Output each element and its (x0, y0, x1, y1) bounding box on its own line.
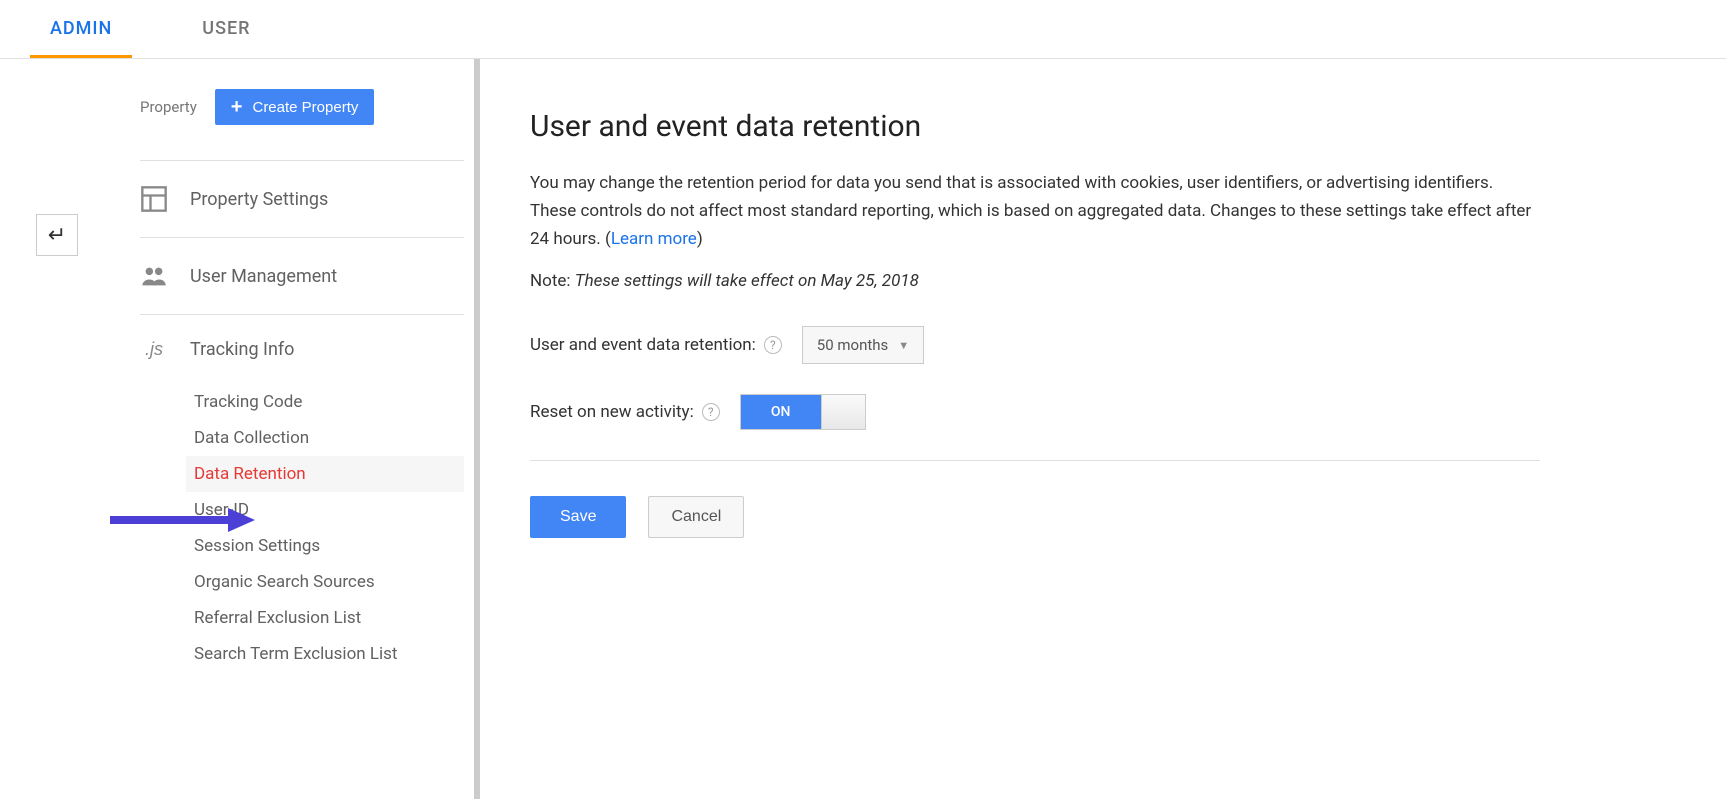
sidebar-item-tracking-info[interactable]: .js Tracking Info (140, 315, 464, 384)
note-text: Note: These settings will take effect on… (530, 271, 1540, 291)
description-text: You may change the retention period for … (530, 169, 1540, 253)
annotation-arrow-icon (110, 502, 260, 538)
property-label: Property (140, 98, 197, 116)
reset-field-row: Reset on new activity: ? ON (530, 394, 1540, 430)
retention-label: User and event data retention: (530, 335, 756, 355)
left-gutter: ↵ (0, 59, 60, 799)
reset-toggle[interactable]: ON (740, 394, 866, 430)
create-property-button[interactable]: + Create Property (215, 89, 375, 125)
description-part2: ) (697, 229, 703, 249)
tab-user[interactable]: USER (182, 0, 270, 58)
toggle-knob (821, 395, 865, 429)
sidebar-item-user-management[interactable]: User Management (140, 238, 464, 315)
help-icon[interactable]: ? (702, 403, 720, 421)
divider (530, 460, 1540, 461)
plus-icon: + (231, 97, 243, 117)
retention-value: 50 months (817, 336, 888, 354)
learn-more-link[interactable]: Learn more (611, 229, 697, 249)
subitem-tracking-code[interactable]: Tracking Code (190, 384, 474, 420)
tab-admin[interactable]: ADMIN (30, 0, 132, 58)
cancel-button[interactable]: Cancel (648, 496, 744, 538)
save-button[interactable]: Save (530, 496, 626, 538)
subitem-referral-exclusion[interactable]: Referral Exclusion List (190, 600, 474, 636)
retention-dropdown[interactable]: 50 months ▼ (802, 326, 924, 364)
nav-label: Tracking Info (190, 339, 294, 360)
subitem-data-retention[interactable]: Data Retention (186, 456, 464, 492)
note-italic: These settings will take effect on May 2… (575, 271, 919, 291)
note-prefix: Note: (530, 271, 575, 291)
subitem-data-collection[interactable]: Data Collection (190, 420, 474, 456)
back-button[interactable]: ↵ (36, 214, 78, 256)
users-icon (140, 262, 168, 290)
layout-icon (140, 185, 168, 213)
back-arrow-icon: ↵ (48, 223, 66, 248)
sidebar-item-property-settings[interactable]: Property Settings (140, 161, 464, 238)
page-title: User and event data retention (530, 109, 1540, 144)
caret-down-icon: ▼ (898, 339, 909, 352)
nav-label: User Management (190, 266, 337, 287)
subitem-search-term-exclusion[interactable]: Search Term Exclusion List (190, 636, 474, 672)
create-property-label: Create Property (252, 99, 358, 116)
action-buttons: Save Cancel (530, 496, 1540, 538)
main-content: User and event data retention You may ch… (480, 59, 1580, 799)
subitem-organic-search[interactable]: Organic Search Sources (190, 564, 474, 600)
js-icon: .js (140, 339, 168, 360)
nav-label: Property Settings (190, 189, 328, 210)
help-icon[interactable]: ? (764, 336, 782, 354)
sidebar: Property + Create Property Property Sett… (60, 59, 480, 799)
toggle-on-label: ON (741, 395, 821, 429)
reset-label: Reset on new activity: (530, 402, 694, 422)
retention-field-row: User and event data retention: ? 50 mont… (530, 326, 1540, 364)
